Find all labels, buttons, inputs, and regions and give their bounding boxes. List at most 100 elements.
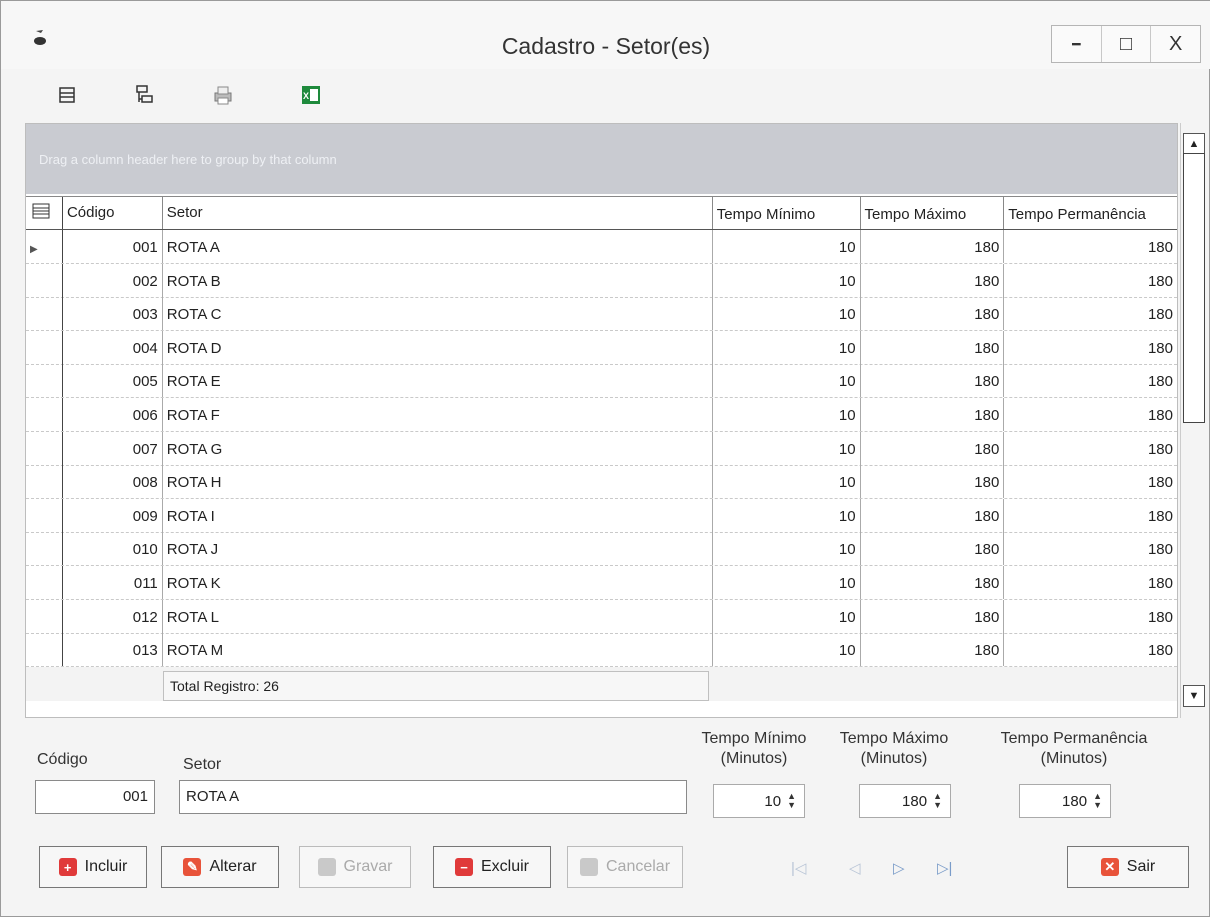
cell-tempo-maximo[interactable]: 180 — [861, 230, 1005, 263]
cell-tempo-permanencia[interactable]: 180 — [1004, 297, 1177, 330]
spin-arrows-icon[interactable]: ▲ ▼ — [787, 792, 796, 810]
cell-setor[interactable]: ROTA B — [163, 263, 713, 297]
row-indicator[interactable] — [26, 498, 63, 532]
cell-tempo-permanencia[interactable]: 180 — [1004, 532, 1177, 565]
cell-tempo-maximo[interactable]: 180 — [861, 532, 1005, 566]
table-row[interactable]: 002 ROTA B 10 180 180 — [26, 263, 1177, 298]
cell-setor[interactable]: ROTA G — [163, 431, 713, 465]
cell-codigo[interactable]: 013 — [63, 633, 163, 667]
sair-button[interactable]: ✕ Sair — [1067, 846, 1189, 888]
cell-tempo-permanencia[interactable]: 180 — [1004, 432, 1177, 465]
cell-codigo[interactable]: 006 — [63, 398, 163, 431]
cancelar-button[interactable]: Cancelar — [567, 846, 683, 888]
alterar-button[interactable]: ✎ Alterar — [161, 846, 279, 888]
cell-codigo[interactable]: 008 — [63, 465, 163, 499]
row-indicator[interactable] — [26, 633, 63, 667]
table-row[interactable]: 009 ROTA I 10 180 180 — [26, 498, 1177, 533]
cell-tempo-minimo[interactable]: 10 — [713, 364, 861, 398]
row-indicator[interactable] — [26, 398, 63, 431]
cell-tempo-maximo[interactable]: 180 — [861, 599, 1005, 633]
scroll-thumb[interactable] — [1183, 153, 1205, 423]
row-indicator[interactable] — [26, 465, 63, 499]
minimize-button[interactable]: ━ — [1052, 26, 1102, 62]
cell-tempo-maximo[interactable]: 180 — [861, 263, 1005, 297]
cell-setor[interactable]: ROTA H — [163, 465, 713, 499]
table-row[interactable]: 007 ROTA G 10 180 180 — [26, 431, 1177, 466]
cell-tempo-permanencia[interactable]: 180 — [1004, 230, 1177, 263]
cell-setor[interactable]: ROTA I — [163, 498, 713, 532]
first-record-icon[interactable]: |◁ — [791, 859, 806, 877]
cell-tempo-permanencia[interactable]: 180 — [1004, 600, 1177, 633]
cell-setor[interactable]: ROTA D — [163, 330, 713, 364]
setor-field[interactable]: ROTA A — [179, 780, 687, 814]
column-header-tempo-maximo[interactable]: Tempo Máximo — [861, 197, 1005, 229]
cell-tempo-minimo[interactable]: 10 — [713, 532, 861, 566]
cell-codigo[interactable]: 010 — [63, 532, 163, 566]
next-record-icon[interactable]: ▷ — [893, 859, 905, 877]
table-row[interactable]: 013 ROTA M 10 180 180 — [26, 633, 1177, 668]
cell-codigo[interactable]: 011 — [63, 566, 163, 599]
cell-tempo-minimo[interactable]: 10 — [713, 465, 861, 499]
excel-export-icon[interactable]: X — [297, 81, 325, 109]
maximize-button[interactable]: □ — [1102, 26, 1152, 62]
cell-setor[interactable]: ROTA C — [163, 297, 713, 331]
codigo-field[interactable]: 001 — [35, 780, 155, 814]
table-row[interactable]: 012 ROTA L 10 180 180 — [26, 599, 1177, 634]
last-record-icon[interactable]: ▷| — [937, 859, 952, 877]
tree-view-icon[interactable] — [131, 81, 159, 109]
tempo-minimo-stepper[interactable]: 10 ▲ ▼ — [713, 784, 805, 818]
table-row[interactable]: 010 ROTA J 10 180 180 — [26, 532, 1177, 567]
cell-tempo-minimo[interactable]: 10 — [713, 599, 861, 633]
cell-tempo-maximo[interactable]: 180 — [861, 297, 1005, 331]
row-indicator[interactable] — [26, 263, 63, 297]
cell-tempo-permanencia[interactable]: 180 — [1004, 465, 1177, 498]
close-button[interactable]: X — [1151, 26, 1200, 62]
cell-tempo-minimo[interactable]: 10 — [713, 633, 861, 667]
cell-tempo-minimo[interactable]: 10 — [713, 431, 861, 465]
excluir-button[interactable]: − Excluir — [433, 846, 551, 888]
spin-arrows-icon[interactable]: ▲ ▼ — [933, 792, 942, 810]
row-indicator[interactable] — [26, 330, 63, 364]
cell-tempo-permanencia[interactable]: 180 — [1004, 566, 1177, 599]
cell-setor[interactable]: ROTA F — [163, 398, 713, 431]
cell-tempo-permanencia[interactable]: 180 — [1004, 499, 1177, 532]
column-header-setor[interactable]: Setor — [163, 197, 713, 229]
column-header-tempo-permanencia[interactable]: Tempo Permanência — [1004, 197, 1177, 229]
row-indicator[interactable] — [26, 431, 63, 465]
table-row[interactable]: 005 ROTA E 10 180 180 — [26, 364, 1177, 399]
cell-codigo[interactable]: 012 — [63, 599, 163, 633]
cell-setor[interactable]: ROTA M — [163, 633, 713, 667]
row-indicator[interactable] — [26, 532, 63, 566]
row-indicator[interactable]: ▶ — [26, 230, 63, 263]
cell-setor[interactable]: ROTA L — [163, 599, 713, 633]
table-row[interactable]: 008 ROTA H 10 180 180 — [26, 465, 1177, 500]
cell-tempo-minimo[interactable]: 10 — [713, 330, 861, 364]
cell-tempo-minimo[interactable]: 10 — [713, 498, 861, 532]
incluir-button[interactable]: + Incluir — [39, 846, 147, 888]
cell-codigo[interactable]: 005 — [63, 364, 163, 398]
tempo-maximo-stepper[interactable]: 180 ▲ ▼ — [859, 784, 951, 818]
cell-codigo[interactable]: 002 — [63, 263, 163, 297]
print-icon[interactable] — [209, 81, 237, 109]
column-chooser-icon[interactable] — [26, 197, 63, 229]
table-row[interactable]: 011 ROTA K 10 180 180 — [26, 566, 1177, 600]
grid-view-icon[interactable] — [53, 81, 81, 109]
cell-setor[interactable]: ROTA E — [163, 364, 713, 398]
scroll-down-icon[interactable]: ▼ — [1183, 685, 1205, 707]
tempo-permanencia-stepper[interactable]: 180 ▲ ▼ — [1019, 784, 1111, 818]
table-row[interactable]: 003 ROTA C 10 180 180 — [26, 297, 1177, 332]
cell-codigo[interactable]: 001 — [63, 230, 163, 263]
cell-tempo-permanencia[interactable]: 180 — [1004, 364, 1177, 397]
cell-codigo[interactable]: 004 — [63, 330, 163, 364]
data-grid[interactable]: Drag a column header here to group by th… — [25, 123, 1178, 718]
cell-tempo-minimo[interactable]: 10 — [713, 263, 861, 297]
cell-tempo-maximo[interactable]: 180 — [861, 364, 1005, 398]
cell-tempo-maximo[interactable]: 180 — [861, 566, 1005, 599]
cell-tempo-maximo[interactable]: 180 — [861, 633, 1005, 667]
cell-setor[interactable]: ROTA K — [163, 566, 713, 599]
cell-codigo[interactable]: 009 — [63, 498, 163, 532]
scroll-up-icon[interactable]: ▲ — [1183, 133, 1205, 155]
cell-tempo-permanencia[interactable]: 180 — [1004, 331, 1177, 364]
spin-arrows-icon[interactable]: ▲ ▼ — [1093, 792, 1102, 810]
cell-tempo-maximo[interactable]: 180 — [861, 330, 1005, 364]
